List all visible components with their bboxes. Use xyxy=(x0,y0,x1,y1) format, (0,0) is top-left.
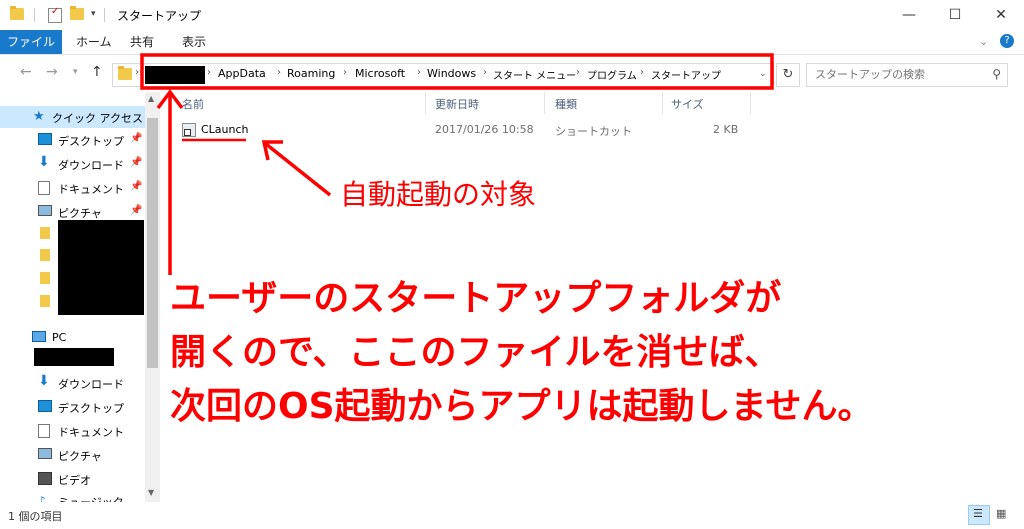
annotation-target: 自動起動の対象 xyxy=(340,178,537,211)
annotation-line-3: 次回のOS起動からアプリは起動しません。 xyxy=(170,386,874,427)
annotation-line-1: ユーザーのスタートアップフォルダが xyxy=(170,278,782,319)
annotation-line-2: 開くので、ここのファイルを消せば、 xyxy=(170,332,781,373)
annotation-overlay xyxy=(140,53,774,275)
arrow-to-file xyxy=(264,142,332,197)
address-highlight-box xyxy=(140,53,774,90)
